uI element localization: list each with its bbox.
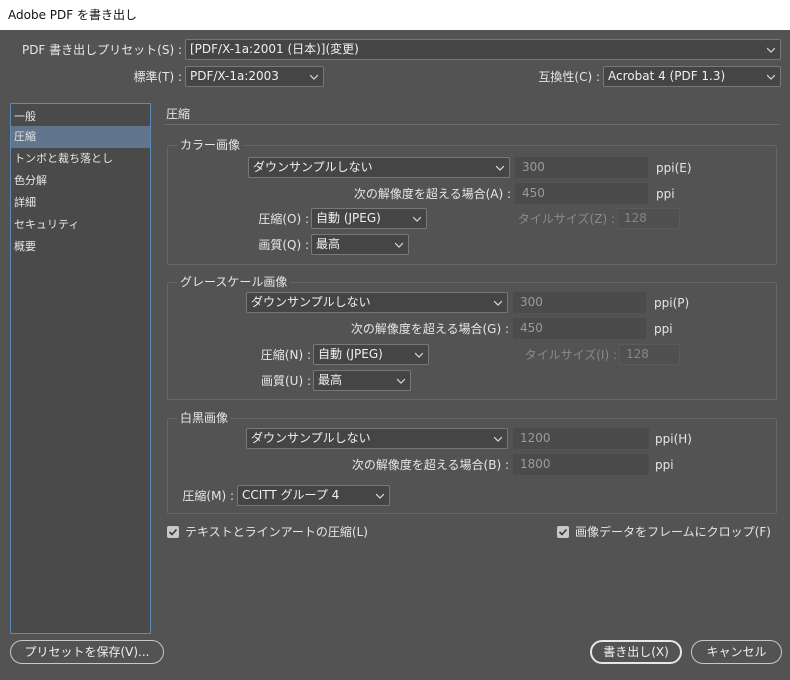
category-sidebar: 一般 圧縮 トンボと裁ち落とし 色分解 詳細 セキュリティ 概要 bbox=[10, 103, 151, 634]
sidebar-item-advanced[interactable]: 詳細 bbox=[11, 192, 150, 214]
chevron-down-icon bbox=[310, 73, 318, 81]
sidebar-item-general[interactable]: 一般 bbox=[11, 106, 150, 128]
text-art-compress-checkbox[interactable] bbox=[167, 526, 179, 538]
compat-value: Acrobat 4 (PDF 1.3) bbox=[608, 69, 726, 83]
color-quality-label: 画質(Q) : bbox=[258, 238, 309, 252]
gray-downsample-dropdown[interactable]: ダウンサンプルしない bbox=[246, 292, 508, 313]
color-group-title: カラー画像 bbox=[177, 137, 244, 153]
chevron-down-icon bbox=[496, 164, 504, 172]
chevron-down-icon bbox=[767, 73, 775, 81]
window-title: Adobe PDF を書き出し bbox=[0, 0, 790, 30]
color-threshold-input[interactable]: 450 bbox=[515, 183, 648, 204]
color-quality-value: 最高 bbox=[316, 237, 341, 251]
sidebar-item-security[interactable]: セキュリティ bbox=[11, 214, 150, 236]
chevron-down-icon bbox=[415, 351, 423, 359]
color-quality-dropdown[interactable]: 最高 bbox=[311, 234, 409, 255]
color-threshold-label: 次の解像度を超える場合(A) : bbox=[353, 187, 511, 201]
chevron-down-icon bbox=[767, 46, 775, 54]
gray-compression-value: 自動 (JPEG) bbox=[318, 347, 383, 361]
gray-group-title: グレースケール画像 bbox=[177, 274, 291, 290]
panel-title: 圧縮 bbox=[166, 107, 191, 121]
mono-group-title: 白黒画像 bbox=[177, 410, 232, 426]
mono-threshold-unit: ppi bbox=[655, 458, 674, 472]
chevron-down-icon bbox=[494, 435, 502, 443]
color-downsample-value: ダウンサンプルしない bbox=[253, 160, 373, 174]
crop-image-label: 画像データをフレームにクロップ(F) bbox=[575, 525, 771, 539]
mono-threshold-label: 次の解像度を超える場合(B) : bbox=[351, 458, 509, 472]
color-downsample-dropdown[interactable]: ダウンサンプルしない bbox=[248, 157, 510, 178]
chevron-down-icon bbox=[397, 377, 405, 385]
panel-title-divider bbox=[164, 124, 780, 125]
mono-threshold-input[interactable]: 1800 bbox=[513, 454, 649, 475]
sidebar-item-summary[interactable]: 概要 bbox=[11, 236, 150, 258]
mono-compression-value: CCITT グループ 4 bbox=[242, 488, 340, 502]
sidebar-item-marks-bleeds[interactable]: トンボと裁ち落とし bbox=[11, 148, 150, 170]
compat-dropdown[interactable]: Acrobat 4 (PDF 1.3) bbox=[603, 66, 781, 87]
gray-tile-input[interactable]: 128 bbox=[619, 344, 680, 365]
preset-value: [PDF/X-1a:2001 (日本)](変更) bbox=[190, 42, 359, 56]
color-resolution-unit: ppi(E) bbox=[656, 161, 692, 175]
gray-threshold-input[interactable]: 450 bbox=[513, 318, 646, 339]
mono-compression-label: 圧縮(M) : bbox=[182, 489, 234, 503]
chevron-down-icon bbox=[494, 299, 502, 307]
chevron-down-icon bbox=[395, 241, 403, 249]
mono-resolution-unit: ppi(H) bbox=[655, 432, 692, 446]
color-threshold-unit: ppi bbox=[656, 187, 675, 201]
gray-resolution-unit: ppi(P) bbox=[654, 296, 690, 310]
gray-compression-label: 圧縮(N) : bbox=[260, 348, 311, 362]
mono-resolution-input[interactable]: 1200 bbox=[513, 428, 649, 449]
standard-value: PDF/X-1a:2003 bbox=[190, 69, 279, 83]
chevron-down-icon bbox=[376, 492, 384, 500]
chevron-down-icon bbox=[413, 215, 421, 223]
gray-quality-value: 最高 bbox=[318, 373, 343, 387]
standard-label: 標準(T) : bbox=[133, 70, 182, 84]
color-compression-dropdown[interactable]: 自動 (JPEG) bbox=[311, 208, 427, 229]
color-compression-value: 自動 (JPEG) bbox=[316, 211, 381, 225]
gray-resolution-input[interactable]: 300 bbox=[513, 292, 646, 313]
gray-quality-label: 画質(U) : bbox=[260, 374, 311, 388]
compat-label: 互換性(C) : bbox=[538, 70, 600, 84]
sidebar-item-compression[interactable]: 圧縮 bbox=[11, 126, 150, 148]
gray-threshold-unit: ppi bbox=[654, 322, 673, 336]
gray-compression-dropdown[interactable]: 自動 (JPEG) bbox=[313, 344, 429, 365]
sidebar-item-output[interactable]: 色分解 bbox=[11, 170, 150, 192]
standard-dropdown[interactable]: PDF/X-1a:2003 bbox=[185, 66, 324, 87]
color-tile-input[interactable]: 128 bbox=[617, 208, 680, 229]
preset-label: PDF 書き出しプリセット(S) : bbox=[21, 43, 182, 57]
color-tile-label: タイルサイズ(Z) : bbox=[517, 212, 615, 226]
preset-dropdown[interactable]: [PDF/X-1a:2001 (日本)](変更) bbox=[185, 39, 781, 60]
gray-quality-dropdown[interactable]: 最高 bbox=[313, 370, 411, 391]
checkmark-icon bbox=[558, 528, 568, 536]
save-preset-button[interactable]: プリセットを保存(V)... bbox=[10, 640, 164, 664]
checkmark-icon bbox=[168, 528, 178, 536]
gray-threshold-label: 次の解像度を超える場合(G) : bbox=[350, 322, 509, 336]
mono-compression-dropdown[interactable]: CCITT グループ 4 bbox=[237, 485, 390, 506]
gray-tile-label: タイルサイズ(I) : bbox=[524, 348, 617, 362]
cancel-button[interactable]: キャンセル bbox=[691, 640, 782, 664]
gray-downsample-value: ダウンサンプルしない bbox=[251, 295, 371, 309]
mono-downsample-dropdown[interactable]: ダウンサンプルしない bbox=[246, 428, 508, 449]
text-art-compress-label: テキストとラインアートの圧縮(L) bbox=[185, 525, 368, 539]
crop-image-checkbox[interactable] bbox=[557, 526, 569, 538]
export-button[interactable]: 書き出し(X) bbox=[590, 640, 682, 664]
color-compression-label: 圧縮(O) : bbox=[258, 212, 309, 226]
color-resolution-input[interactable]: 300 bbox=[515, 157, 648, 178]
mono-downsample-value: ダウンサンプルしない bbox=[251, 431, 371, 445]
